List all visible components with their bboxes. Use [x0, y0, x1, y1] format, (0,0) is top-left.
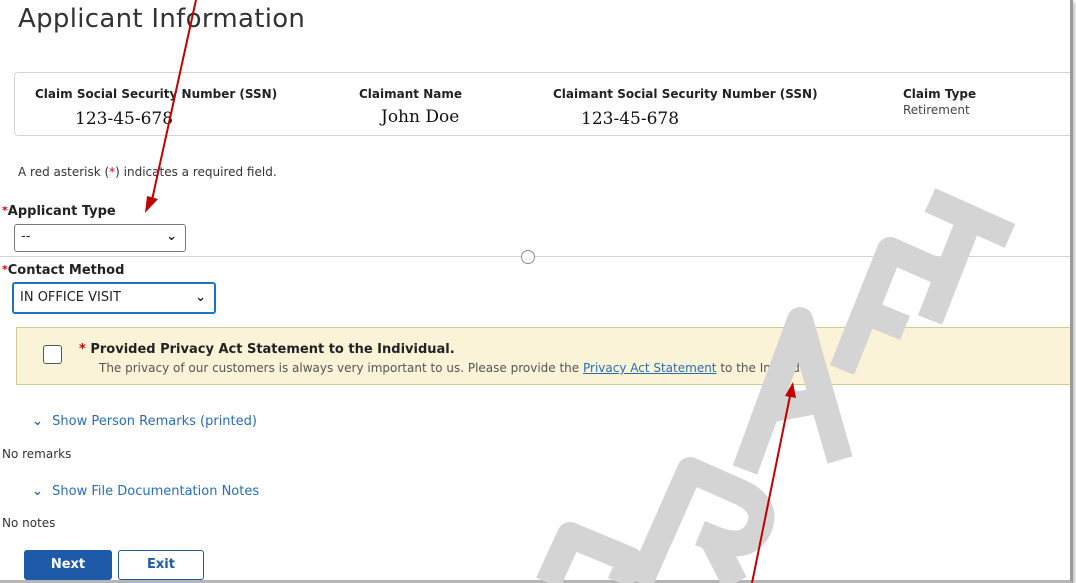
applicant-type-label: *Applicant Type [2, 204, 116, 219]
file-notes-toggle-label: Show File Documentation Notes [52, 484, 260, 499]
page-title: Applicant Information [18, 4, 306, 34]
required-note-after: ) indicates a required field. [115, 165, 277, 179]
contact-method-select[interactable]: IN OFFICE VISIT ⌄ [12, 282, 216, 314]
claim-ssn-value: 123-45-678 [75, 109, 174, 129]
claimant-name-value: John Doe [381, 107, 460, 127]
applicant-type-select[interactable]: -- ⌄ [14, 224, 186, 252]
applicant-type-value: -- [21, 229, 31, 244]
applicant-type-label-text: Applicant Type [7, 204, 116, 219]
claimant-name-label: Claimant Name [359, 87, 462, 101]
person-remarks-empty: No remarks [2, 447, 72, 461]
claim-type-value: Retirement [903, 103, 970, 117]
privacy-act-checkbox[interactable] [43, 345, 62, 364]
claimant-ssn-label: Claimant Social Security Number (SSN) [553, 87, 818, 101]
claimant-ssn-value: 123-45-678 [581, 109, 680, 129]
claim-type-label: Claim Type [903, 87, 977, 101]
privacy-act-panel: * Provided Privacy Act Statement to the … [16, 327, 1070, 385]
claimant-name-column: Claimant Name John Doe [359, 87, 462, 127]
claim-type-column: Claim Type Retirement [903, 87, 976, 117]
privacy-act-title: * Provided Privacy Act Statement to the … [79, 342, 455, 357]
chevron-down-icon: ⌄ [32, 484, 43, 499]
chevron-down-icon: ⌄ [195, 290, 206, 305]
contact-method-label: *Contact Method [2, 263, 124, 278]
section-divider [0, 256, 1070, 257]
page-frame: Applicant Information Claim Social Secur… [0, 0, 1073, 583]
chevron-down-icon: ⌄ [32, 414, 43, 429]
exit-button[interactable]: Exit [118, 550, 204, 580]
claimant-ssn-column: Claimant Social Security Number (SSN) 12… [553, 87, 818, 129]
claim-summary: Claim Social Security Number (SSN) 123-4… [14, 72, 1070, 136]
privacy-act-description: The privacy of our customers is always v… [99, 361, 822, 375]
show-file-notes-toggle[interactable]: ⌄ Show File Documentation Notes [32, 484, 259, 499]
privacy-text-after: to the Individual. [716, 361, 822, 375]
claim-ssn-label: Claim Social Security Number (SSN) [35, 87, 278, 101]
contact-method-label-text: Contact Method [7, 263, 125, 278]
required-field-note: A red asterisk (*) indicates a required … [18, 165, 277, 179]
privacy-text-before: The privacy of our customers is always v… [99, 361, 583, 375]
privacy-act-statement-link[interactable]: Privacy Act Statement [583, 361, 717, 375]
required-note-before: A red asterisk ( [18, 165, 110, 179]
file-notes-empty: No notes [2, 516, 56, 530]
next-button[interactable]: Next [24, 550, 112, 580]
claim-ssn-column: Claim Social Security Number (SSN) 123-4… [35, 87, 277, 129]
show-person-remarks-toggle[interactable]: ⌄ Show Person Remarks (printed) [32, 414, 257, 429]
resize-handle-icon[interactable] [521, 250, 535, 264]
required-asterisk: * [79, 342, 86, 357]
privacy-act-title-text: Provided Privacy Act Statement to the In… [90, 342, 455, 357]
chevron-down-icon: ⌄ [166, 229, 177, 244]
contact-method-value: IN OFFICE VISIT [20, 290, 121, 305]
person-remarks-toggle-label: Show Person Remarks (printed) [52, 414, 257, 429]
